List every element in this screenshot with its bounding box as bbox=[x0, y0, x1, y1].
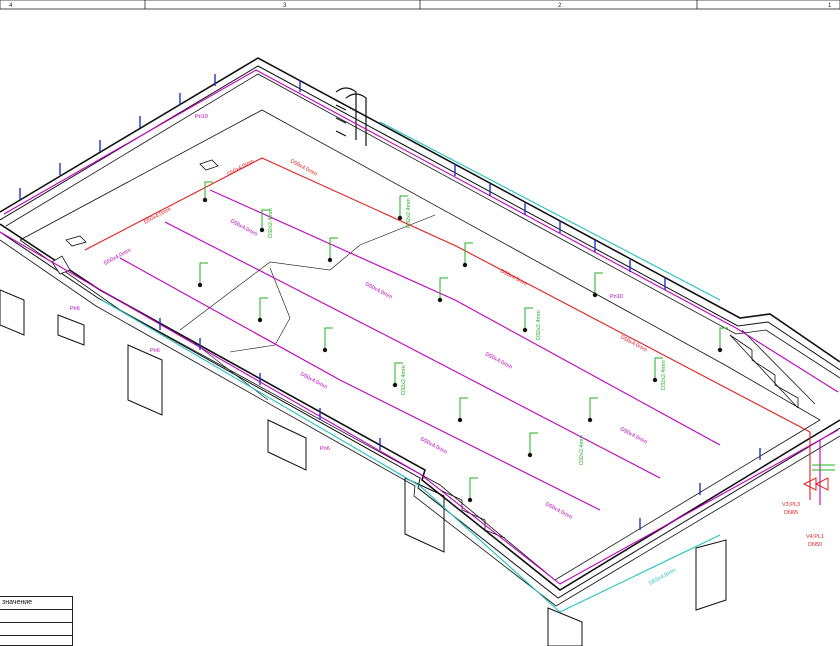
label-return-8: D50x4.0mm bbox=[544, 501, 573, 520]
pipe-supply-main bbox=[84, 157, 811, 433]
label-return-7: D50x4.0mm bbox=[419, 436, 448, 455]
support-columns bbox=[0, 289, 727, 646]
label-return-1: D50x4.0mm bbox=[103, 247, 132, 266]
label-cyan-1: D63x4.8mm bbox=[648, 567, 677, 586]
label-nozzle-1: Pn6 bbox=[70, 306, 80, 312]
label-nozzle-4: Pn10 bbox=[195, 114, 208, 120]
pipe-inlet-row-3 bbox=[209, 189, 721, 446]
legend-table: значение bbox=[0, 596, 73, 646]
pipe-cyan-line bbox=[379, 121, 721, 301]
label-return-5: D50x4.0mm bbox=[619, 426, 648, 445]
label-return-4: D50x4.0mm bbox=[484, 351, 513, 370]
pool-ladder-icon bbox=[335, 87, 367, 146]
label-nozzle-5: Pn10 bbox=[610, 294, 623, 300]
label-valve-dn-1: DN65 bbox=[784, 510, 798, 516]
label-inlet-4: D32x2.4mm bbox=[401, 365, 407, 395]
label-supply-1: D50x4.0mm bbox=[143, 206, 172, 225]
label-inlet-2: D32x2.4mm bbox=[406, 198, 412, 228]
label-nozzle-2: Pn6 bbox=[150, 348, 160, 354]
legend-row-empty-1 bbox=[0, 610, 72, 623]
pipe-cyan-line-front bbox=[101, 299, 721, 613]
label-inlet-1: D32x2.4mm bbox=[268, 208, 274, 238]
label-return-6: D50x4.0mm bbox=[299, 371, 328, 390]
label-inlet-5: D32x2.4mm bbox=[661, 360, 667, 390]
label-supply-2: D50x4.0mm bbox=[226, 158, 255, 177]
label-return-3: D50x4.0mm bbox=[364, 281, 393, 300]
label-nozzle-3: Pn6 bbox=[320, 446, 330, 452]
label-inlet-6: D32x2.4mm bbox=[579, 435, 585, 465]
pipe-inlet-row-1 bbox=[119, 257, 601, 511]
label-valve-dn-2: DN50 bbox=[808, 542, 822, 548]
label-return-2: D50x4.0mm bbox=[229, 218, 258, 237]
legend-header: значение bbox=[0, 597, 72, 610]
label-inlet-3: D32x2.4mm bbox=[536, 310, 542, 340]
label-supply-3: D50x4.0mm bbox=[289, 158, 318, 177]
pipe-inlet-row-2 bbox=[164, 221, 661, 479]
pipe-annotations: D50x4.0mm D50x4.0mm D50x4.0mm D50x4.0mm … bbox=[70, 114, 824, 587]
legend-row-empty-2 bbox=[0, 623, 72, 636]
label-valve-1: V3;PL3 bbox=[782, 502, 800, 508]
pipe-return-perimeter bbox=[3, 69, 839, 393]
label-supply-4: D50x4.0mm bbox=[499, 268, 528, 287]
skimmer-boxes bbox=[51, 159, 219, 275]
drawing-frame: 4 3 2 1 bbox=[0, 0, 840, 10]
label-valve-2: V4;PL1 bbox=[806, 534, 824, 540]
pool-isometric-drawing: 4 3 2 1 D50x4.0mm D50x4.0mm D50x4.0mm D5… bbox=[0, 0, 840, 646]
